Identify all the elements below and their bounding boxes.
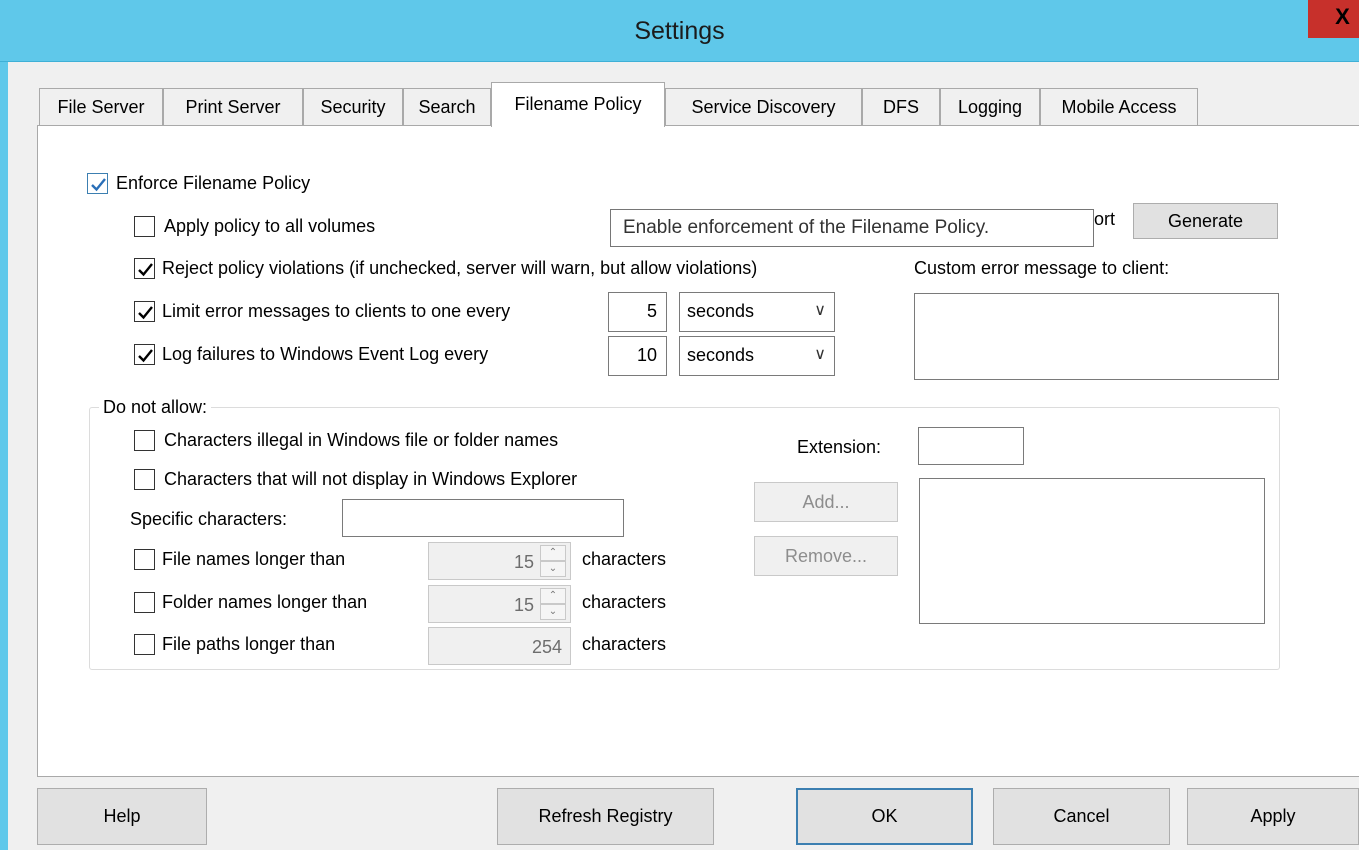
file-names-longer-label: File names longer than	[162, 549, 346, 569]
tab-filename-policy[interactable]: Filename Policy	[491, 82, 665, 127]
illegal-characters-label: Characters illegal in Windows file or fo…	[164, 430, 559, 450]
folder-names-length-stepper[interactable]: 15 ⌃ ⌄	[428, 585, 571, 623]
apply-all-volumes-checkbox[interactable]	[134, 216, 155, 237]
folder-names-longer-checkbox[interactable]	[134, 592, 155, 613]
file-paths-longer-label: File paths longer than	[162, 634, 336, 654]
limit-errors-unit-value: seconds	[687, 301, 755, 321]
ok-button[interactable]: OK	[796, 788, 973, 845]
extensions-list[interactable]	[919, 478, 1265, 624]
tooltip: Enable enforcement of the Filename Polic…	[610, 209, 1094, 247]
folder-names-length-value: 15	[513, 595, 534, 615]
nondisplay-characters-label: Characters that will not display in Wind…	[164, 469, 578, 489]
tab-file-server[interactable]: File Server	[39, 88, 163, 126]
tab-search[interactable]: Search	[403, 88, 491, 126]
close-button[interactable]: X	[1308, 0, 1359, 38]
apply-button[interactable]: Apply	[1187, 788, 1359, 845]
file-names-unit-label: characters	[582, 549, 667, 569]
file-paths-unit-label: characters	[582, 634, 667, 654]
tab-logging[interactable]: Logging	[940, 88, 1040, 126]
generate-button[interactable]: Generate	[1133, 203, 1278, 239]
folder-names-unit-label: characters	[582, 592, 667, 612]
chevron-down-icon: ∨	[814, 346, 826, 363]
do-not-allow-label: Do not allow:	[99, 397, 212, 418]
stepper-down-icon[interactable]: ⌄	[540, 604, 566, 620]
add-extension-button[interactable]: Add...	[754, 482, 898, 522]
extension-label: Extension:	[797, 437, 882, 457]
stepper-up-icon[interactable]: ⌃	[540, 588, 566, 604]
log-failures-unit-select[interactable]: seconds ∨	[679, 336, 835, 376]
file-names-length-value: 15	[513, 552, 534, 572]
tab-service-discovery[interactable]: Service Discovery	[665, 88, 862, 126]
file-names-longer-checkbox[interactable]	[134, 549, 155, 570]
file-paths-length-value: 254	[531, 637, 562, 657]
report-label-partial: ort	[1094, 209, 1116, 229]
file-names-length-stepper[interactable]: 15 ⌃ ⌄	[428, 542, 571, 580]
file-paths-longer-checkbox[interactable]	[134, 634, 155, 655]
custom-error-label: Custom error message to client:	[914, 258, 1170, 278]
nondisplay-characters-checkbox[interactable]	[134, 469, 155, 490]
enforce-policy-label: Enforce Filename Policy	[116, 173, 311, 193]
log-failures-checkbox[interactable]	[134, 344, 155, 365]
window-title: Settings	[634, 17, 725, 45]
limit-errors-unit-select[interactable]: seconds ∨	[679, 292, 835, 332]
apply-all-volumes-label: Apply policy to all volumes	[164, 216, 376, 236]
chevron-down-icon: ∨	[814, 302, 826, 319]
refresh-registry-button[interactable]: Refresh Registry	[497, 788, 714, 845]
specific-characters-label: Specific characters:	[130, 509, 288, 529]
folder-names-longer-label: Folder names longer than	[162, 592, 368, 612]
remove-extension-button[interactable]: Remove...	[754, 536, 898, 576]
tab-security[interactable]: Security	[303, 88, 403, 126]
help-button[interactable]: Help	[37, 788, 207, 845]
window-frame-left	[0, 62, 8, 850]
stepper-down-icon[interactable]: ⌄	[540, 561, 566, 577]
illegal-characters-checkbox[interactable]	[134, 430, 155, 451]
stepper-up-icon[interactable]: ⌃	[540, 545, 566, 561]
limit-errors-value-input[interactable]: 5	[608, 292, 667, 332]
reject-violations-label: Reject policy violations (if unchecked, …	[162, 258, 758, 278]
log-failures-unit-value: seconds	[687, 345, 755, 365]
reject-violations-checkbox[interactable]	[134, 258, 155, 279]
custom-error-textarea[interactable]	[914, 293, 1279, 380]
limit-errors-label: Limit error messages to clients to one e…	[162, 301, 511, 321]
limit-errors-checkbox[interactable]	[134, 301, 155, 322]
cancel-button[interactable]: Cancel	[993, 788, 1170, 845]
tab-print-server[interactable]: Print Server	[163, 88, 303, 126]
enforce-policy-checkbox[interactable]	[87, 173, 108, 194]
extension-input[interactable]	[918, 427, 1024, 465]
tab-mobile-access[interactable]: Mobile Access	[1040, 88, 1198, 126]
specific-characters-input[interactable]	[342, 499, 624, 537]
tab-dfs[interactable]: DFS	[862, 88, 940, 126]
log-failures-label: Log failures to Windows Event Log every	[162, 344, 489, 364]
file-paths-length-input[interactable]: 254	[428, 627, 571, 665]
log-failures-value-input[interactable]: 10	[608, 336, 667, 376]
